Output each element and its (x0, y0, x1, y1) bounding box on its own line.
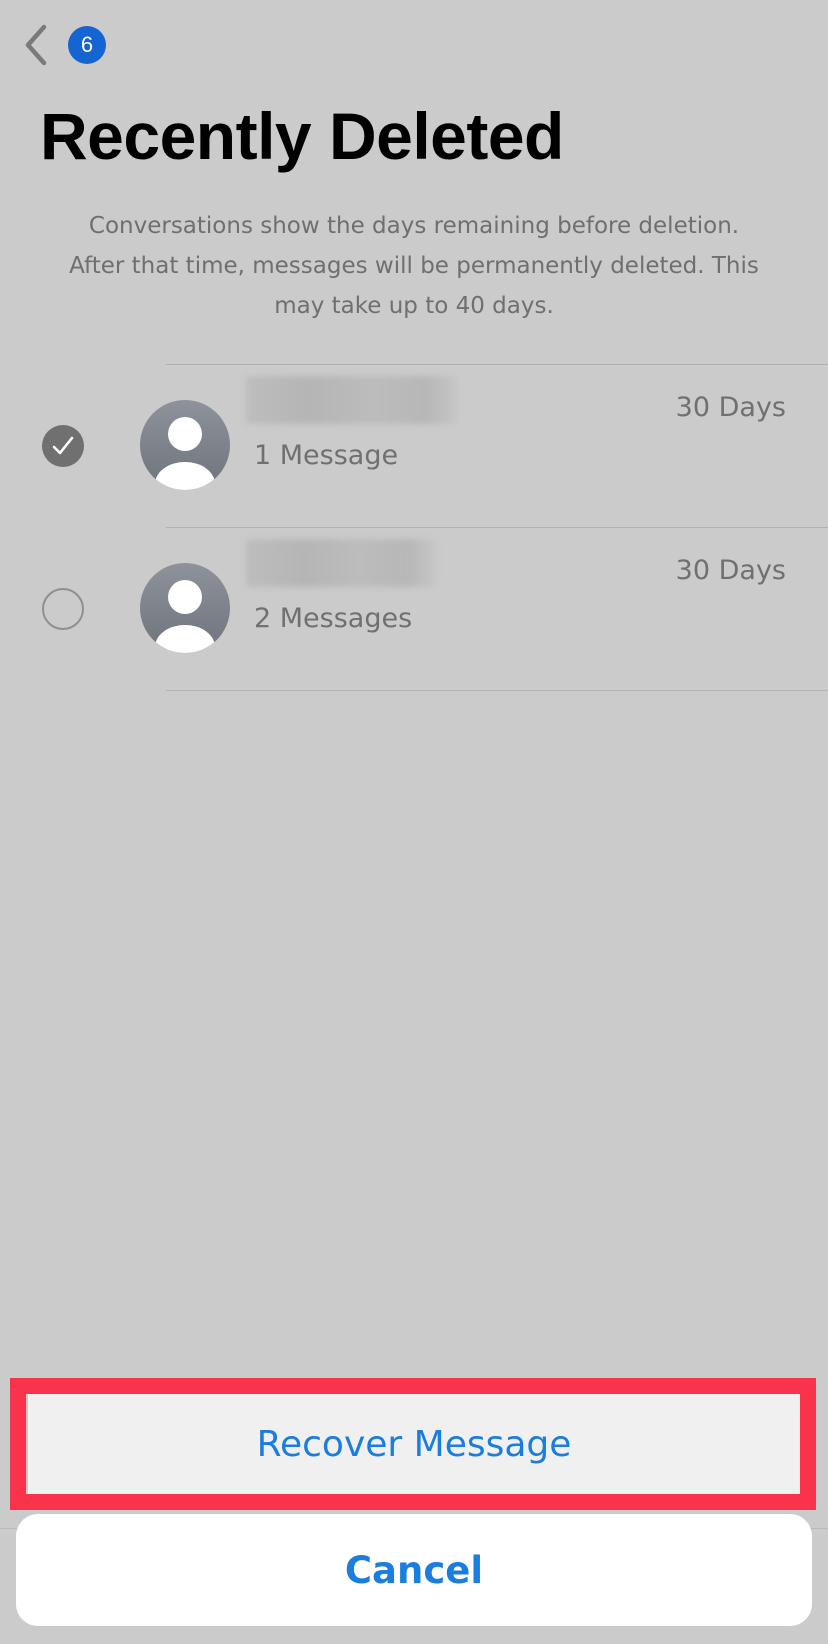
person-icon (155, 417, 215, 490)
nav-bar: 6 (0, 0, 828, 90)
conversation-row[interactable]: 1 Message 30 Days (0, 364, 828, 526)
back-button[interactable]: 6 (22, 22, 112, 68)
message-count: 1 Message (254, 440, 399, 471)
unread-badge: 6 (68, 26, 106, 64)
message-count: 2 Messages (254, 603, 413, 634)
description-text: Conversations show the days remaining be… (40, 206, 788, 326)
conversation-row[interactable]: 2 Messages 30 Days (0, 527, 828, 689)
redacted-contact-name (246, 539, 436, 587)
days-remaining: 30 Days (675, 392, 786, 423)
chevron-left-icon (25, 24, 47, 66)
description-line: may take up to 40 days. (274, 293, 554, 319)
person-icon (155, 580, 215, 653)
redacted-contact-name (246, 376, 458, 424)
days-remaining: 30 Days (675, 555, 786, 586)
recover-message-button[interactable]: Recover Message (28, 1394, 800, 1494)
cancel-button[interactable]: Cancel (16, 1514, 812, 1626)
description-line: After that time, messages will be perman… (69, 253, 759, 279)
list-divider (166, 690, 828, 691)
description-line: Conversations show the days remaining be… (88, 213, 740, 239)
selection-checkbox[interactable] (42, 588, 84, 630)
avatar (140, 400, 230, 490)
page-title: Recently Deleted (40, 99, 564, 173)
avatar (140, 563, 230, 653)
checkmark-icon (52, 436, 74, 455)
selection-checkbox[interactable] (42, 425, 84, 467)
